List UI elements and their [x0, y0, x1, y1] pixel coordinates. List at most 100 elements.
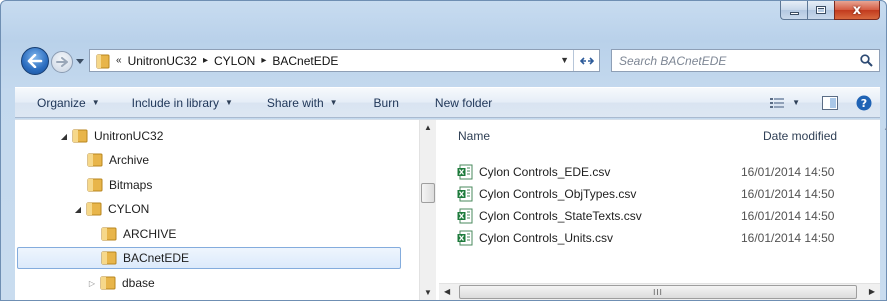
scroll-left-icon[interactable]: ◀	[444, 287, 450, 296]
file-row[interactable]: Cylon Controls_ObjTypes.csv 16/01/2014 1…	[457, 184, 880, 204]
scrollbar-thumb[interactable]	[421, 183, 435, 203]
tree-item-archive-upper[interactable]: ARCHIVE	[101, 223, 401, 245]
refresh-icon	[579, 56, 594, 65]
excel-csv-icon	[457, 230, 473, 246]
maximize-button[interactable]	[807, 1, 834, 20]
refresh-button[interactable]	[573, 50, 599, 71]
file-name: Cylon Controls_ObjTypes.csv	[479, 187, 637, 201]
forward-arrow-icon	[56, 57, 68, 67]
explorer-window: x « UnitronUC32 ▸ CYLON ▸ BACnetEDE ▼ Se…	[0, 0, 887, 301]
crumb-unitronuc32[interactable]: UnitronUC32	[128, 54, 197, 68]
scroll-right-icon[interactable]: ▶	[869, 287, 875, 296]
scrollbar-thumb[interactable]: III	[459, 285, 857, 299]
tree-item-label: dbase	[122, 276, 155, 290]
forward-button[interactable]	[51, 51, 73, 73]
search-input[interactable]: Search BACnetEDE	[619, 54, 726, 68]
share-label: Share with	[266, 95, 324, 110]
column-header-label: Name	[458, 129, 491, 143]
file-row[interactable]: Cylon Controls_Units.csv 16/01/2014 14:5…	[457, 228, 880, 248]
tree-item-label: UnitronUC32	[94, 129, 164, 143]
tree-item-unitronuc32[interactable]: ◢ UnitronUC32	[59, 125, 399, 147]
back-arrow-icon	[27, 54, 43, 68]
crumb-cylon[interactable]: CYLON	[214, 54, 255, 68]
svg-text:?: ?	[861, 97, 867, 110]
view-options-icon	[770, 98, 785, 108]
organize-button[interactable]: Organize ▼	[30, 88, 107, 117]
chevron-down-icon: ▼	[225, 98, 233, 107]
tree-item-label: Bitmaps	[109, 178, 153, 192]
scrollbar-grip: III	[653, 287, 663, 297]
tree-item-label: CYLON	[108, 202, 150, 216]
folder-icon	[86, 202, 102, 216]
chevron-down-icon: ▼	[91, 98, 100, 107]
file-row[interactable]: Cylon Controls_EDE.csv 16/01/2014 14:50	[457, 162, 880, 182]
tree-item-label: Archive	[109, 153, 150, 167]
command-bar: Organize ▼ Include in library ▼ Share with…	[15, 87, 880, 118]
chevron-down-icon	[76, 58, 84, 64]
include-in-library-button[interactable]: Include in library ▼	[125, 88, 240, 117]
file-row[interactable]: Cylon Controls_StateTexts.csv 16/01/2014…	[457, 206, 880, 226]
crumb-separator[interactable]: ▸	[261, 55, 266, 66]
sort-ascending-icon: ▲	[883, 122, 887, 132]
column-header-label: Date modified	[763, 129, 838, 143]
folder-icon	[87, 153, 103, 167]
include-label: Include in library	[131, 95, 219, 110]
expanded-triangle-icon[interactable]: ◢	[73, 205, 83, 214]
collapsed-triangle-icon[interactable]: ▷	[87, 279, 97, 288]
column-header-date-modified[interactable]: Date modified	[763, 124, 837, 148]
burn-button[interactable]: Burn	[367, 88, 406, 117]
share-with-button[interactable]: Share with ▼	[260, 88, 345, 117]
tree-item-bitmaps[interactable]: Bitmaps	[87, 174, 407, 196]
tree-item-cylon[interactable]: ◢ CYLON	[73, 198, 403, 220]
new-folder-button[interactable]: New folder	[428, 88, 499, 117]
file-list: ▲ Name Date modified Cylon Controls_EDE.…	[439, 120, 887, 300]
folder-icon	[87, 178, 103, 192]
organize-label: Organize	[37, 95, 86, 110]
search-box[interactable]: Search BACnetEDE	[611, 49, 880, 72]
folder-icon	[100, 276, 116, 290]
maximize-icon	[816, 6, 826, 14]
tree-item-dbase[interactable]: ▷ dbase	[87, 272, 407, 294]
navigation-pane-scrollbar[interactable]: ▲ ▼	[419, 120, 436, 300]
caption-buttons: x	[780, 1, 880, 21]
back-button[interactable]	[21, 47, 49, 75]
tree-item-archive[interactable]: Archive	[87, 149, 407, 171]
preview-pane-icon[interactable]	[822, 95, 838, 110]
minimize-button[interactable]	[780, 1, 807, 20]
expanded-triangle-icon[interactable]: ◢	[59, 132, 69, 141]
address-dropdown-icon[interactable]: ▼	[560, 55, 569, 65]
folder-icon	[72, 129, 88, 143]
tree-item-label: ARCHIVE	[123, 227, 177, 241]
file-name: Cylon Controls_EDE.csv	[479, 165, 611, 179]
content-area: ◢ UnitronUC32 Archive Bitmaps ◢ CYLON AR…	[15, 119, 887, 300]
chevron-down-icon: ▼	[329, 98, 338, 107]
minimize-icon	[789, 11, 799, 15]
help-icon[interactable]: ?	[856, 95, 872, 111]
recent-pages-button[interactable]	[75, 55, 85, 67]
excel-csv-icon	[457, 164, 473, 180]
change-view-button[interactable]: ▼	[770, 97, 800, 108]
crumb-separator[interactable]: ▸	[203, 55, 208, 66]
scroll-down-icon[interactable]: ▼	[424, 288, 432, 297]
close-button[interactable]: x	[834, 1, 880, 20]
column-header-name[interactable]: Name	[458, 124, 758, 148]
folder-icon	[101, 251, 117, 265]
excel-csv-icon	[457, 208, 473, 224]
excel-csv-icon	[457, 186, 473, 202]
search-icon[interactable]	[860, 54, 873, 67]
scroll-up-icon[interactable]: ▲	[424, 123, 432, 132]
tree-item-bacnetede[interactable]: BACnetEDE	[17, 247, 401, 269]
crumb-bacnetede[interactable]: BACnetEDE	[272, 54, 338, 68]
file-date-modified: 16/01/2014 14:50	[741, 187, 835, 201]
file-name: Cylon Controls_Units.csv	[479, 231, 614, 245]
view-controls: ▼ ?	[770, 88, 872, 117]
file-name: Cylon Controls_StateTexts.csv	[479, 209, 642, 223]
new-folder-label: New folder	[434, 95, 493, 110]
burn-label: Burn	[373, 95, 399, 110]
file-date-modified: 16/01/2014 14:50	[741, 231, 835, 245]
chevron-down-icon: ▼	[792, 98, 800, 107]
close-icon: x	[852, 2, 862, 18]
address-bar[interactable]: « UnitronUC32 ▸ CYLON ▸ BACnetEDE ▼	[89, 49, 600, 72]
address-overflow[interactable]: «	[116, 55, 122, 66]
file-list-horizontal-scrollbar[interactable]: ◀ III ▶	[439, 283, 880, 300]
